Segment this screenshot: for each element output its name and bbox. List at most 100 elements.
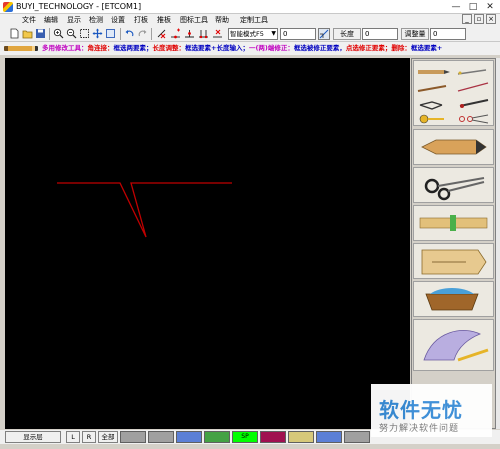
toolbar: 智能模式F5 ▼ 0 长度 0 调整量 0 <box>0 26 500 42</box>
window-title: BUYI_TECHNOLOGY - [ETCOM1] <box>16 2 142 11</box>
point-add-icon[interactable] <box>170 28 181 39</box>
ruler-icon <box>419 215 488 231</box>
fabric-basket-tool[interactable] <box>413 281 494 317</box>
drawing-canvas[interactable] <box>5 58 410 429</box>
hint-label: 长度调整： <box>152 44 186 52</box>
layer-button[interactable]: 显示层 <box>5 431 61 443</box>
ruler-tool[interactable] <box>413 205 494 241</box>
open-folder-icon[interactable] <box>22 28 33 39</box>
new-file-icon[interactable] <box>9 28 20 39</box>
hint-instruction: 框选要素+长度输入； <box>185 44 249 52</box>
color-swatch[interactable] <box>204 431 230 443</box>
adjust-input[interactable]: 0 <box>430 28 466 40</box>
zoom-window-icon[interactable] <box>79 28 90 39</box>
undo-icon[interactable] <box>124 28 135 39</box>
hint-label: 删除： <box>391 44 411 52</box>
hint-instruction: 框选要素+ <box>410 44 443 52</box>
pencil-icon <box>4 46 38 51</box>
hint-label: 一(两)端修正： <box>248 44 294 52</box>
minimize-button[interactable]: — <box>448 1 464 13</box>
toolbar-separator <box>120 28 121 40</box>
measure-icon[interactable] <box>318 28 330 40</box>
watermark-subtitle: 努力解决软件问题 <box>379 424 460 434</box>
toolbar-separator <box>49 28 50 40</box>
scissors-tool[interactable] <box>413 167 494 203</box>
menu-custom-tools[interactable]: 定制工具 <box>240 15 268 25</box>
color-swatch[interactable] <box>120 431 146 443</box>
pattern-piece-tool[interactable] <box>413 243 494 279</box>
color-swatch[interactable] <box>260 431 286 443</box>
all-button[interactable]: 全部 <box>98 431 118 443</box>
length-input[interactable]: 0 <box>362 28 398 40</box>
redo-icon[interactable] <box>137 28 148 39</box>
close-button[interactable]: ✕ <box>482 1 498 13</box>
adjust-label: 调整量 <box>401 28 429 40</box>
menu-help[interactable]: 帮助 <box>215 15 229 25</box>
zoom-in-icon[interactable] <box>53 28 64 39</box>
doc-close-button[interactable]: × <box>486 14 496 24</box>
swatch-label: SP <box>241 433 249 440</box>
tool-grid <box>413 60 494 126</box>
toolbar-separator <box>151 28 152 40</box>
maximize-button[interactable]: □ <box>465 1 481 13</box>
pattern-drawing[interactable] <box>5 58 410 429</box>
menu-edit[interactable]: 编辑 <box>44 15 58 25</box>
vertical-scrollbar[interactable] <box>496 58 500 429</box>
pan-icon[interactable] <box>92 28 103 39</box>
hint-label: 角连接： <box>87 44 114 52</box>
french-curve-icon <box>423 330 489 362</box>
length-label: 长度 <box>333 28 361 40</box>
point-modify-icon[interactable] <box>184 28 195 39</box>
value-input[interactable]: 0 <box>280 28 316 40</box>
menu-pattern[interactable]: 打板 <box>134 15 148 25</box>
clipper-tool-icon <box>459 99 489 108</box>
mode-select[interactable]: 智能模式F5 ▼ <box>228 28 278 40</box>
menu-grading[interactable]: 推板 <box>157 15 171 25</box>
hint-instruction: 框选两要素； <box>113 44 153 52</box>
point-delete-icon[interactable] <box>212 28 223 39</box>
menu-settings[interactable]: 设置 <box>111 15 125 25</box>
color-swatch[interactable] <box>344 431 370 443</box>
menu-check[interactable]: 检测 <box>89 15 103 25</box>
menu-file[interactable]: 文件 <box>22 15 36 25</box>
watermark: 软件无忧 努力解决软件问题 <box>371 384 492 437</box>
hint-instruction: 框选被修正要素， <box>293 44 346 52</box>
l-button[interactable]: L <box>66 431 80 443</box>
chevron-down-icon: ▼ <box>271 30 276 37</box>
pencil-icon <box>421 139 487 155</box>
zoom-out-icon[interactable] <box>66 28 77 39</box>
pattern-line <box>57 182 232 238</box>
point-split-icon[interactable] <box>198 28 209 39</box>
pencil-tool-icon <box>417 85 447 92</box>
color-swatch[interactable] <box>316 431 342 443</box>
color-swatch[interactable] <box>176 431 202 443</box>
app-logo-icon <box>3 2 13 12</box>
color-swatch[interactable] <box>148 431 174 443</box>
color-swatch[interactable] <box>288 431 314 443</box>
scissor-small-icon <box>459 114 489 124</box>
save-icon[interactable] <box>35 28 46 39</box>
delete-element-icon[interactable] <box>156 28 167 39</box>
pliers-tool-icon <box>419 101 443 110</box>
menu-bar: 文件 编辑 显示 检测 设置 打板 推板 图标工具 帮助 定制工具 <box>0 14 500 26</box>
pattern-piece-icon <box>421 249 487 275</box>
color-swatch-selected[interactable]: SP <box>232 431 258 443</box>
pencil-tool[interactable] <box>413 129 494 165</box>
pen-tool-icon <box>418 70 450 74</box>
hint-tool-name: 多用修改工具： <box>42 44 88 52</box>
doc-minimize-button[interactable]: _ <box>462 14 472 24</box>
fit-screen-icon[interactable] <box>105 28 116 39</box>
needle-tool-icon <box>457 69 487 75</box>
hint-bar: 多用修改工具：角连接：框选两要素；长度调整：框选要素+长度输入；一(两)端修正：… <box>0 42 500 55</box>
menu-view[interactable]: 显示 <box>67 15 81 25</box>
doc-restore-button[interactable]: ▫ <box>474 14 484 24</box>
mode-select-value: 智能模式F5 <box>230 30 264 38</box>
hint-instruction: 点选修正要素； <box>345 44 392 52</box>
tape-tool-icon <box>419 114 444 124</box>
r-button[interactable]: R <box>82 431 96 443</box>
menu-icon-tools[interactable]: 图标工具 <box>180 15 208 25</box>
french-curve-tool[interactable] <box>413 319 494 371</box>
tool-panel <box>411 58 496 429</box>
line-tool-icon <box>457 82 489 92</box>
hint-text: 多用修改工具：角连接：框选两要素；长度调整：框选要素+长度输入；一(两)端修正：… <box>42 43 442 54</box>
